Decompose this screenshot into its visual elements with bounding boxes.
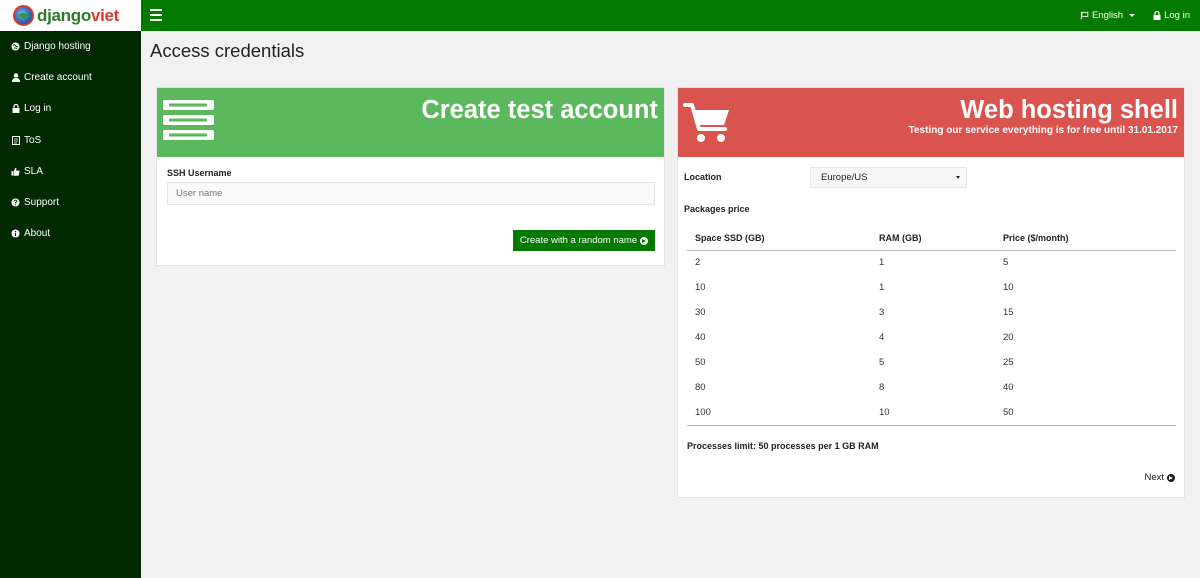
create-account-banner: Create test account bbox=[157, 88, 664, 157]
web-hosting-banner: Web hosting shell Testing our service ev… bbox=[678, 88, 1184, 157]
cell-space: 40 bbox=[695, 332, 706, 343]
arrow-circle-right-icon bbox=[1167, 473, 1175, 482]
brand-name: djangoviet bbox=[37, 6, 119, 26]
location-select[interactable]: Europe/US bbox=[810, 167, 967, 188]
cell-ram: 1 bbox=[879, 257, 885, 269]
brand-name-part2: viet bbox=[90, 5, 120, 25]
sidebar-item-label: About bbox=[24, 228, 51, 240]
cell-space: 30 bbox=[695, 307, 706, 318]
cell-price: 15 bbox=[1003, 307, 1014, 318]
sidebar-item-about[interactable]: About bbox=[0, 218, 141, 249]
lock-icon bbox=[1153, 11, 1161, 20]
create-account-panel: Create test account SSH Username Create … bbox=[156, 87, 665, 266]
thumbs-up-icon bbox=[11, 167, 20, 176]
info-circle-icon bbox=[11, 229, 20, 238]
table-row: 100 10 50 bbox=[687, 400, 1176, 426]
cell-ram: 8 bbox=[879, 382, 885, 393]
create-account-title: Create test account bbox=[421, 96, 658, 124]
lock-icon bbox=[11, 104, 20, 114]
create-random-name-label: Create with a random name bbox=[519, 235, 638, 246]
top-navbar: djangoviet English Log in bbox=[0, 0, 1200, 31]
navbar-login-label: Log in bbox=[1164, 10, 1190, 21]
cell-ram: 3 bbox=[879, 307, 885, 318]
language-label: English bbox=[1091, 10, 1124, 21]
cell-space: 50 bbox=[695, 357, 706, 368]
column-header-space: Space SSD (GB) bbox=[687, 226, 871, 251]
processes-limit-text: Processes limit: 50 processes per 1 GB R… bbox=[687, 441, 879, 451]
cell-ram: 1 bbox=[879, 282, 885, 293]
sidebar-item-label: Create account bbox=[24, 72, 92, 84]
sidebar-item-label: Django hosting bbox=[24, 41, 91, 53]
arrow-circle-right-icon bbox=[640, 236, 649, 245]
question-circle-icon bbox=[11, 198, 20, 207]
create-random-name-button[interactable]: Create with a random name bbox=[513, 230, 655, 251]
location-label: Location bbox=[684, 172, 722, 182]
cell-price: 50 bbox=[995, 400, 1176, 426]
server-icon bbox=[163, 100, 214, 140]
globe-logo-icon bbox=[13, 5, 34, 26]
sidebar-item-label: SLA bbox=[24, 165, 43, 177]
column-header-ram: RAM (GB) bbox=[871, 226, 995, 251]
user-icon bbox=[11, 73, 20, 83]
caret-down-icon bbox=[1129, 14, 1136, 17]
sidebar-item-label: Log in bbox=[24, 103, 52, 115]
sidebar-item-label: ToS bbox=[24, 134, 42, 146]
table-header-row: Space SSD (GB) RAM (GB) Price ($/month) bbox=[687, 226, 1176, 251]
table-row: 40 4 20 bbox=[687, 325, 1176, 350]
cell-space: 2 bbox=[695, 257, 701, 269]
cell-price: 5 bbox=[1003, 257, 1009, 269]
sidebar-item-create-account[interactable]: Create account bbox=[0, 62, 141, 93]
sidebar-item-django-hosting[interactable]: Django hosting bbox=[0, 31, 141, 62]
cell-space: 80 bbox=[695, 382, 706, 393]
cell-space: 10 bbox=[695, 282, 706, 293]
cell-price: 40 bbox=[1003, 382, 1014, 393]
language-dropdown[interactable]: English bbox=[1080, 10, 1136, 21]
table-row: 50 5 25 bbox=[687, 350, 1176, 375]
packages-table: Space SSD (GB) RAM (GB) Price ($/month) … bbox=[687, 226, 1176, 426]
shopping-cart-icon bbox=[683, 103, 729, 142]
cell-price: 20 bbox=[1003, 332, 1014, 343]
sidebar-item-tos[interactable]: ToS bbox=[0, 125, 141, 156]
cell-ram: 5 bbox=[879, 357, 885, 368]
ssh-username-input[interactable] bbox=[167, 182, 655, 205]
page-title: Access credentials bbox=[150, 40, 305, 61]
hamburger-line bbox=[150, 14, 162, 16]
cell-price: 25 bbox=[1003, 357, 1014, 368]
web-hosting-title: Web hosting shell bbox=[960, 96, 1178, 124]
column-header-price: Price ($/month) bbox=[995, 226, 1176, 251]
hamburger-line bbox=[150, 19, 162, 21]
navbar-right: English Log in bbox=[1080, 0, 1190, 31]
web-hosting-subtitle: Testing our service everything is for fr… bbox=[908, 125, 1178, 136]
ssh-username-label: SSH Username bbox=[167, 168, 232, 178]
brand-name-part1: django bbox=[37, 5, 91, 25]
table-row: 2 1 5 bbox=[687, 250, 1176, 275]
document-icon bbox=[11, 135, 20, 145]
brand-logo-link[interactable]: djangoviet bbox=[0, 0, 141, 31]
table-row: 10 1 10 bbox=[687, 275, 1176, 300]
menu-toggle-button[interactable] bbox=[150, 9, 162, 21]
select-arrow-icon bbox=[956, 176, 960, 179]
sidebar-item-label: Support bbox=[24, 197, 60, 209]
sidebar-item-log-in[interactable]: Log in bbox=[0, 93, 141, 124]
table-row: 80 8 40 bbox=[687, 375, 1176, 400]
table-row: 30 3 15 bbox=[687, 300, 1176, 325]
next-link[interactable]: Next bbox=[1144, 472, 1175, 483]
next-label: Next bbox=[1144, 472, 1164, 483]
globe-icon bbox=[11, 42, 20, 51]
sidebar-item-support[interactable]: Support bbox=[0, 187, 141, 218]
cell-space: 100 bbox=[687, 400, 871, 426]
cell-price: 10 bbox=[1003, 282, 1014, 293]
sidebar: Django hosting Create account Log in ToS… bbox=[0, 31, 141, 578]
hamburger-line bbox=[150, 9, 162, 11]
sidebar-item-sla[interactable]: SLA bbox=[0, 156, 141, 187]
web-hosting-panel: Web hosting shell Testing our service ev… bbox=[677, 87, 1185, 498]
navbar-login-link[interactable]: Log in bbox=[1153, 10, 1190, 21]
location-selected-value: Europe/US bbox=[821, 172, 868, 183]
flag-icon bbox=[1080, 11, 1089, 20]
cell-ram: 4 bbox=[879, 332, 885, 343]
cell-ram: 10 bbox=[871, 400, 995, 426]
packages-price-label: Packages price bbox=[684, 204, 750, 214]
